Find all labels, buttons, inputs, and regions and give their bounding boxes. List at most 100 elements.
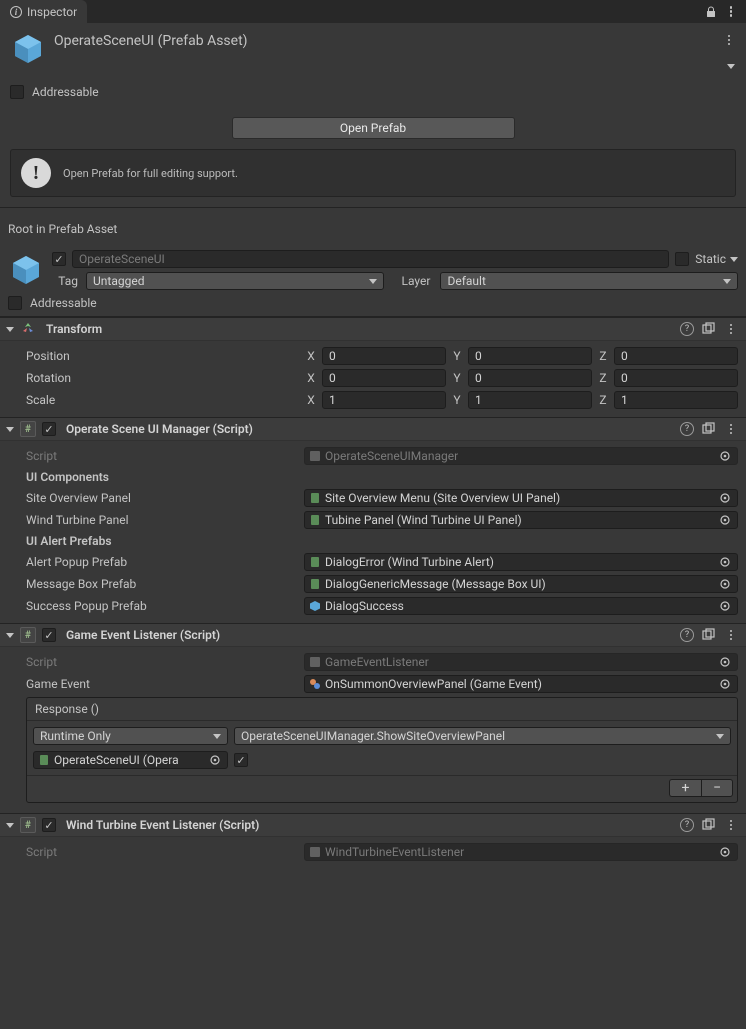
scriptable-object-icon bbox=[309, 678, 321, 690]
layer-dropdown[interactable]: Default bbox=[440, 272, 738, 290]
success-popup-label: Success Popup Prefab bbox=[8, 599, 300, 613]
script-value: WindTurbineEventListener bbox=[325, 845, 713, 859]
static-label: Static bbox=[695, 252, 726, 266]
position-y-input[interactable]: 0 bbox=[468, 347, 592, 365]
lock-icon[interactable] bbox=[706, 6, 716, 18]
static-dropdown[interactable]: Static bbox=[695, 252, 738, 266]
scale-z-input[interactable]: 1 bbox=[614, 391, 738, 409]
root-label: Root in Prefab Asset bbox=[0, 208, 746, 246]
tag-value: Untagged bbox=[93, 274, 144, 288]
script-value: OperateSceneUIManager bbox=[325, 449, 713, 463]
tag-dropdown[interactable]: Untagged bbox=[86, 272, 384, 290]
game-event-field[interactable]: OnSummonOverviewPanel (Game Event) bbox=[304, 675, 738, 693]
component-menu-icon[interactable] bbox=[724, 322, 738, 336]
msgbox-label: Message Box Prefab bbox=[8, 577, 300, 591]
preset-icon[interactable] bbox=[702, 818, 716, 832]
enabled-checkbox[interactable] bbox=[42, 628, 56, 642]
script-file-icon bbox=[309, 450, 321, 462]
preset-icon[interactable] bbox=[702, 322, 716, 336]
help-icon[interactable]: ? bbox=[680, 322, 694, 336]
position-z-input[interactable]: 0 bbox=[614, 347, 738, 365]
fold-icon[interactable] bbox=[6, 823, 14, 828]
script-label: Script bbox=[8, 845, 300, 859]
component-menu-icon[interactable] bbox=[724, 422, 738, 436]
remove-event-button[interactable]: − bbox=[701, 779, 733, 797]
rotation-y-input[interactable]: 0 bbox=[468, 369, 592, 387]
preset-icon[interactable] bbox=[702, 628, 716, 642]
static-checkbox[interactable] bbox=[675, 252, 689, 266]
transform-icon bbox=[20, 321, 36, 337]
object-picker-icon[interactable] bbox=[717, 577, 733, 591]
help-icon[interactable]: ? bbox=[680, 818, 694, 832]
gameobject-name-input[interactable]: OperateSceneUI bbox=[72, 250, 669, 268]
active-checkbox[interactable] bbox=[52, 252, 66, 266]
msgbox-field[interactable]: DialogGenericMessage (Message Box UI) bbox=[304, 575, 738, 593]
object-picker-icon[interactable] bbox=[717, 677, 733, 691]
asset-dropdown-icon[interactable] bbox=[726, 61, 736, 71]
wind-turbine-field[interactable]: Tubine Panel (Wind Turbine UI Panel) bbox=[304, 511, 738, 529]
enabled-checkbox[interactable] bbox=[42, 422, 56, 436]
object-picker-icon[interactable] bbox=[717, 513, 733, 527]
component-menu-icon[interactable] bbox=[724, 628, 738, 642]
alert-popup-value: DialogError (Wind Turbine Alert) bbox=[325, 555, 713, 569]
game-event-listener-component: # Game Event Listener (Script) ? Script … bbox=[0, 623, 746, 813]
ui-components-header: UI Components bbox=[8, 470, 300, 484]
open-prefab-button[interactable]: Open Prefab bbox=[232, 117, 515, 139]
component-title: Game Event Listener (Script) bbox=[60, 628, 676, 642]
object-picker-icon[interactable] bbox=[717, 449, 733, 463]
uimanager-component: # Operate Scene UI Manager (Script) ? Sc… bbox=[0, 417, 746, 623]
scale-x-input[interactable]: 1 bbox=[322, 391, 446, 409]
alert-popup-field[interactable]: DialogError (Wind Turbine Alert) bbox=[304, 553, 738, 571]
object-picker-icon[interactable] bbox=[717, 655, 733, 669]
runtime-value: Runtime Only bbox=[40, 729, 111, 743]
script-field[interactable]: WindTurbineEventListener bbox=[304, 843, 738, 861]
object-picker-icon[interactable] bbox=[717, 845, 733, 859]
asset-title: OperateSceneUI (Prefab Asset) bbox=[54, 29, 722, 49]
script-field[interactable]: OperateSceneUIManager bbox=[304, 447, 738, 465]
enabled-checkbox[interactable] bbox=[42, 818, 56, 832]
object-picker-icon[interactable] bbox=[207, 753, 223, 767]
object-picker-icon[interactable] bbox=[717, 491, 733, 505]
info-icon: i bbox=[10, 6, 22, 18]
fold-icon[interactable] bbox=[6, 427, 14, 432]
tab-bar: i Inspector bbox=[0, 0, 746, 23]
script-icon: # bbox=[20, 817, 36, 833]
script-file-icon bbox=[309, 846, 321, 858]
success-popup-value: DialogSuccess bbox=[325, 599, 713, 613]
success-popup-field[interactable]: DialogSuccess bbox=[304, 597, 738, 615]
asset-context-menu-icon[interactable] bbox=[722, 33, 736, 47]
rotation-x-input[interactable]: 0 bbox=[322, 369, 446, 387]
scale-label: Scale bbox=[8, 393, 300, 407]
script-field[interactable]: GameEventListener bbox=[304, 653, 738, 671]
script-file-icon bbox=[309, 556, 321, 568]
game-event-value: OnSummonOverviewPanel (Game Event) bbox=[325, 677, 713, 691]
info-box: ! Open Prefab for full editing support. bbox=[10, 149, 736, 197]
object-picker-icon[interactable] bbox=[717, 599, 733, 613]
preset-icon[interactable] bbox=[702, 422, 716, 436]
component-menu-icon[interactable] bbox=[724, 818, 738, 832]
addressable-checkbox[interactable] bbox=[10, 85, 24, 99]
addressable-label: Addressable bbox=[32, 85, 99, 99]
help-icon[interactable]: ? bbox=[680, 422, 694, 436]
runtime-dropdown[interactable]: Runtime Only bbox=[33, 727, 228, 745]
script-file-icon bbox=[309, 578, 321, 590]
bool-arg-checkbox[interactable] bbox=[234, 753, 248, 767]
transform-component: Transform ? Position X0 Y0 Z0 Rotation X… bbox=[0, 317, 746, 417]
fold-icon[interactable] bbox=[6, 633, 14, 638]
rotation-label: Rotation bbox=[8, 371, 300, 385]
scale-y-input[interactable]: 1 bbox=[468, 391, 592, 409]
rotation-z-input[interactable]: 0 bbox=[614, 369, 738, 387]
fold-icon[interactable] bbox=[6, 327, 14, 332]
script-file-icon bbox=[309, 492, 321, 504]
target-field[interactable]: OperateSceneUI (Opera bbox=[33, 751, 228, 769]
site-overview-field[interactable]: Site Overview Menu (Site Overview UI Pan… bbox=[304, 489, 738, 507]
position-x-input[interactable]: 0 bbox=[322, 347, 446, 365]
context-menu-icon[interactable] bbox=[724, 5, 738, 19]
help-icon[interactable]: ? bbox=[680, 628, 694, 642]
function-dropdown[interactable]: OperateSceneUIManager.ShowSiteOverviewPa… bbox=[234, 727, 731, 745]
script-icon: # bbox=[20, 627, 36, 643]
inspector-tab[interactable]: i Inspector bbox=[0, 0, 87, 23]
addressable-checkbox-go[interactable] bbox=[8, 296, 22, 310]
object-picker-icon[interactable] bbox=[717, 555, 733, 569]
add-event-button[interactable]: + bbox=[669, 779, 701, 797]
